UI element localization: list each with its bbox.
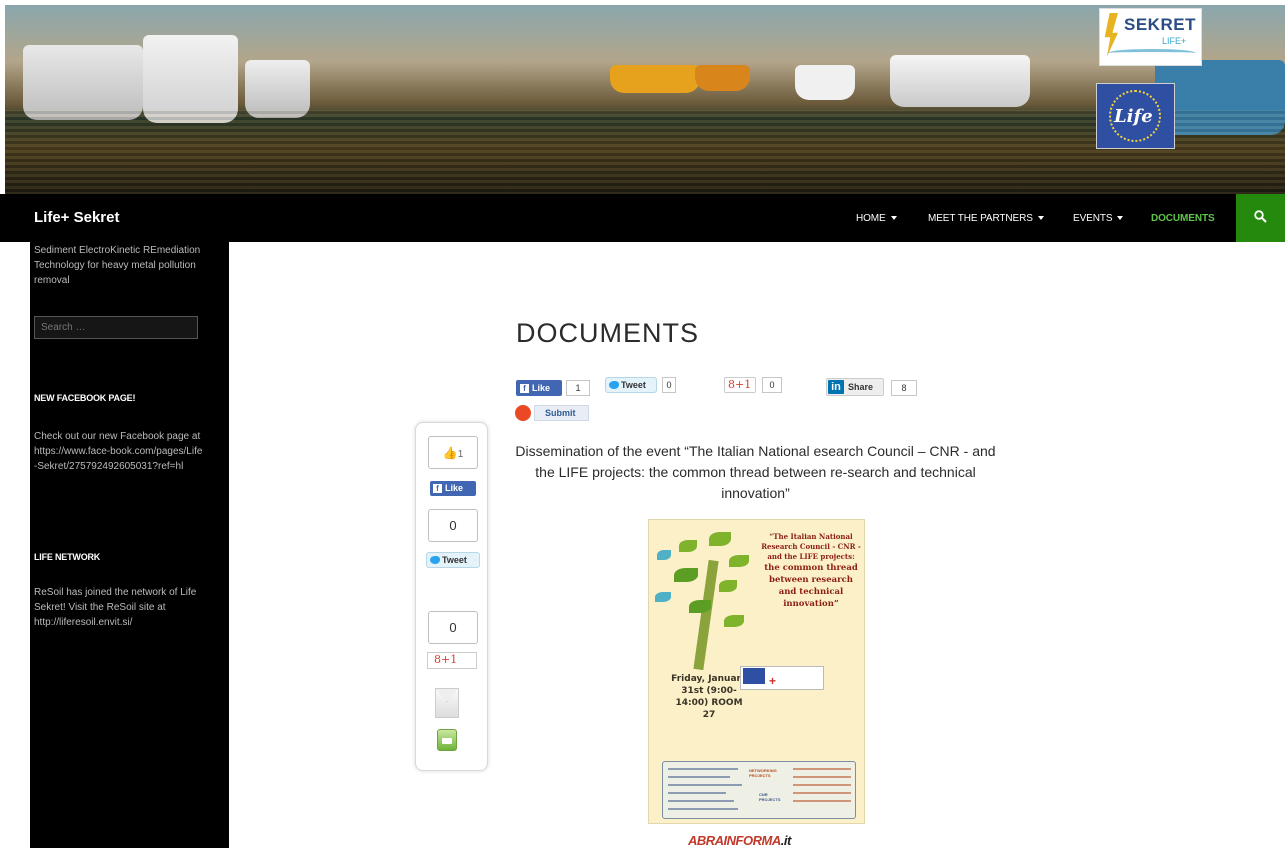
stumbleupon-submit-button[interactable]: Submit <box>534 405 589 421</box>
facebook-icon: f <box>433 484 442 493</box>
linkedin-label: Share <box>848 382 874 392</box>
fb-like-count-box[interactable]: 👍1 <box>428 436 478 469</box>
header-banner-image: SEKRET LIFE+ Life <box>5 5 1285 195</box>
nav-documents-label: DOCUMENTS <box>1151 213 1215 224</box>
page-title: DOCUMENTS <box>516 318 699 348</box>
tweet-label: Tweet <box>621 380 646 390</box>
widget-text-facebook: Check out our new Facebook page at https… <box>34 431 203 472</box>
google-plus-button[interactable]: 8+1 <box>724 377 756 393</box>
poster-networking-label: NETWORKING PROJECTS <box>749 768 777 778</box>
print-icon[interactable] <box>437 729 457 751</box>
nav-documents[interactable]: DOCUMENTS <box>1151 213 1215 224</box>
search-icon <box>1254 210 1267 223</box>
tweet-count: 0 <box>662 377 676 393</box>
nav-home-label: HOME <box>856 213 886 224</box>
sekret-logo: SEKRET LIFE+ <box>1099 8 1202 66</box>
nav-partners-label: MEET THE PARTNERS <box>928 213 1033 224</box>
stumbleupon-icon[interactable] <box>515 405 531 421</box>
poster-title: “The Italian National Research Council -… <box>759 532 863 610</box>
brainforma-logo-suffix: .it <box>780 833 792 848</box>
widget-title-life-network: LIFE NETWORK <box>34 552 101 562</box>
tweet-button[interactable]: Tweet <box>605 377 657 393</box>
event-poster-image[interactable]: “The Italian National Research Council -… <box>648 519 865 824</box>
fb-like-count: 1 <box>566 380 590 396</box>
linkedin-icon: in <box>828 380 844 394</box>
poster-cnr-label: CNR PROJECTS <box>759 792 781 802</box>
search-toggle-button[interactable] <box>1236 194 1285 242</box>
sidebar-search-input[interactable] <box>34 316 198 339</box>
poster-title-big: the common thread between research and t… <box>764 563 858 609</box>
twitter-icon <box>609 381 619 389</box>
float-tweet-button[interactable]: Tweet <box>426 552 480 568</box>
intro-paragraph: Dissemination of the event “The Italian … <box>515 443 996 501</box>
email-icon[interactable] <box>435 688 459 718</box>
nav-events[interactable]: EVENTS <box>1073 213 1124 224</box>
nav-meet-the-partners[interactable]: MEET THE PARTNERS <box>928 213 1044 224</box>
chevron-down-icon <box>890 216 897 221</box>
thumbs-up-icon: 👍 <box>442 446 458 460</box>
float-google-plus-button[interactable]: 8+1 <box>427 652 477 669</box>
life-logo: Life <box>1096 83 1175 149</box>
poster-date: Friday, January 31st (9:00-14:00) ROOM 2… <box>671 674 747 720</box>
nav-events-label: EVENTS <box>1073 213 1113 224</box>
brainforma-logo-brand: BRAINFORMA <box>696 833 781 848</box>
gplus-count: 0 <box>762 377 782 393</box>
site-title[interactable]: Life+ Sekret <box>34 209 119 226</box>
facebook-icon: f <box>520 384 529 393</box>
widget-text-life-network: ReSoil has joined the network of Life Se… <box>34 587 197 628</box>
poster-title-small: “The Italian National Research Council -… <box>761 532 861 561</box>
chevron-down-icon <box>1117 216 1124 221</box>
float-like-label: Like <box>445 483 464 493</box>
nav-home[interactable]: HOME <box>856 213 897 224</box>
widget-title-facebook: NEW FACEBOOK PAGE! <box>34 393 136 403</box>
float-facebook-like-button[interactable]: f Like <box>430 481 476 496</box>
fb-like-label: Like <box>532 383 551 393</box>
page: SEKRET LIFE+ Life Life+ Sekret HOME MEET… <box>0 0 1285 848</box>
linkedin-share-button[interactable]: in Share <box>826 378 884 396</box>
float-gplus-count: 0 <box>428 611 478 644</box>
brainforma-logo-a: A <box>688 833 697 848</box>
linkedin-count: 8 <box>891 380 917 396</box>
float-tweet-count: 0 <box>428 509 478 542</box>
floating-share-box: 👍1 f Like 0 Tweet 0 8+1 <box>415 422 488 771</box>
chevron-down-icon <box>1037 216 1044 221</box>
brainforma-logo[interactable]: ABRAINFORMA.it <box>688 833 791 848</box>
twitter-icon <box>430 556 440 564</box>
facebook-like-button[interactable]: f Like <box>516 380 562 396</box>
float-tweet-label: Tweet <box>442 555 467 565</box>
float-like-count: 1 <box>457 449 464 460</box>
site-description: Sediment ElectroKinetic REmediation Tech… <box>34 245 201 286</box>
